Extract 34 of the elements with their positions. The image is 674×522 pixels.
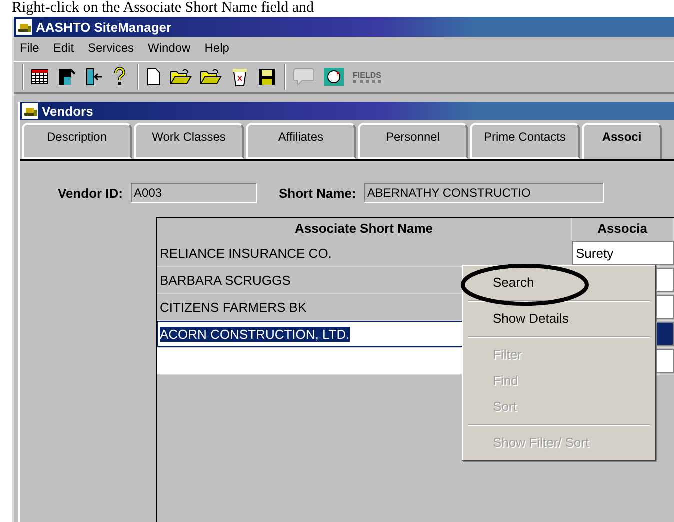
column-header: Associa bbox=[572, 218, 674, 240]
menu-item[interactable]: Services bbox=[88, 41, 134, 57]
blank-page-icon[interactable] bbox=[146, 68, 162, 86]
table-icon[interactable] bbox=[31, 68, 49, 86]
menu-item[interactable]: File bbox=[20, 41, 40, 57]
tab[interactable]: Associ bbox=[582, 123, 662, 159]
menu-item[interactable]: Help bbox=[204, 41, 230, 57]
tab[interactable]: Affiliates bbox=[246, 123, 356, 159]
bulldozer-icon bbox=[16, 19, 32, 35]
tab[interactable]: Personnel bbox=[358, 123, 468, 159]
tab[interactable]: Work Classes bbox=[134, 123, 244, 159]
menu-item[interactable]: Edit bbox=[53, 41, 74, 57]
tab[interactable]: Description bbox=[22, 123, 132, 159]
menu-option[interactable]: Search bbox=[466, 270, 652, 296]
window-title: AASHTO SiteManager bbox=[36, 20, 172, 34]
save-icon[interactable] bbox=[258, 68, 276, 86]
tool-icon[interactable] bbox=[57, 67, 77, 87]
menu-item[interactable]: Window bbox=[148, 41, 191, 57]
door-arrow-icon[interactable] bbox=[85, 67, 103, 87]
bin-icon[interactable] bbox=[230, 67, 250, 87]
short-name-field[interactable]: ABERNATHY CONSTRUCTIO bbox=[364, 183, 604, 203]
bulldozer-icon bbox=[22, 103, 38, 119]
short-name-label: Short Name: bbox=[279, 186, 356, 200]
open-folder-icon[interactable] bbox=[200, 68, 222, 86]
vendor-id-field[interactable]: A003 bbox=[131, 183, 258, 203]
open-folder-icon[interactable] bbox=[170, 68, 192, 86]
circle-arrows-icon[interactable] bbox=[323, 67, 345, 87]
name-cell[interactable]: RELIANCE INSURANCE CO. bbox=[157, 240, 572, 266]
caption-text: Right-click on the Associate Short Name field and bbox=[11, 0, 316, 17]
column-header: Associate Short Name bbox=[157, 218, 572, 240]
vendor-id-label: Vendor ID: bbox=[58, 186, 124, 200]
tab[interactable]: Prime Contacts bbox=[470, 123, 580, 159]
child-window-title: Vendors bbox=[42, 104, 94, 118]
type-cell[interactable]: Surety bbox=[572, 241, 674, 265]
